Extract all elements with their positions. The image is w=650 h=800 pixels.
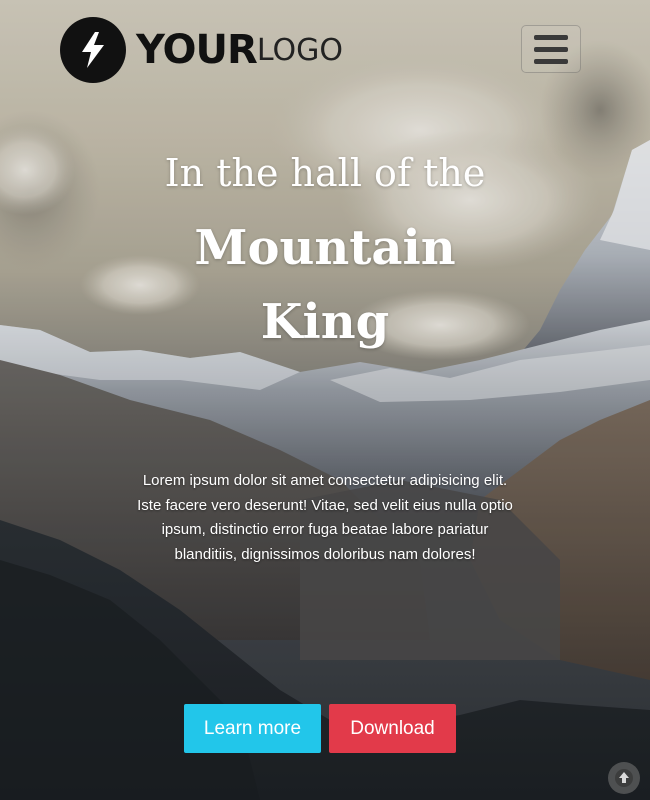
hero-title-line-1: In the hall of the	[164, 151, 486, 195]
learn-more-button[interactable]: Learn more	[184, 704, 321, 753]
hamburger-menu-icon	[534, 46, 568, 52]
site-logo[interactable]: YOUR LOGO	[60, 17, 343, 83]
hero-description: Lorem ipsum dolor sit amet consectetur a…	[137, 472, 513, 563]
arrow-up-icon	[615, 769, 633, 787]
hamburger-menu-button[interactable]	[521, 25, 581, 73]
hamburger-menu-icon	[534, 58, 568, 64]
lightning-bolt-icon	[60, 17, 126, 83]
hero-title-line-2: Mountain	[194, 220, 456, 276]
logo-text-light: LOGO	[256, 32, 343, 68]
hero-background	[0, 0, 650, 800]
logo-text-strong: YOUR	[136, 27, 258, 73]
download-button[interactable]: Download	[329, 704, 456, 753]
scroll-to-top-button[interactable]	[608, 762, 640, 794]
hero-title: In the hall of the Mountain King	[0, 145, 650, 359]
hero-title-line-3: King	[260, 294, 390, 350]
mountain-landscape-image	[0, 0, 650, 800]
hamburger-menu-icon	[534, 34, 568, 40]
